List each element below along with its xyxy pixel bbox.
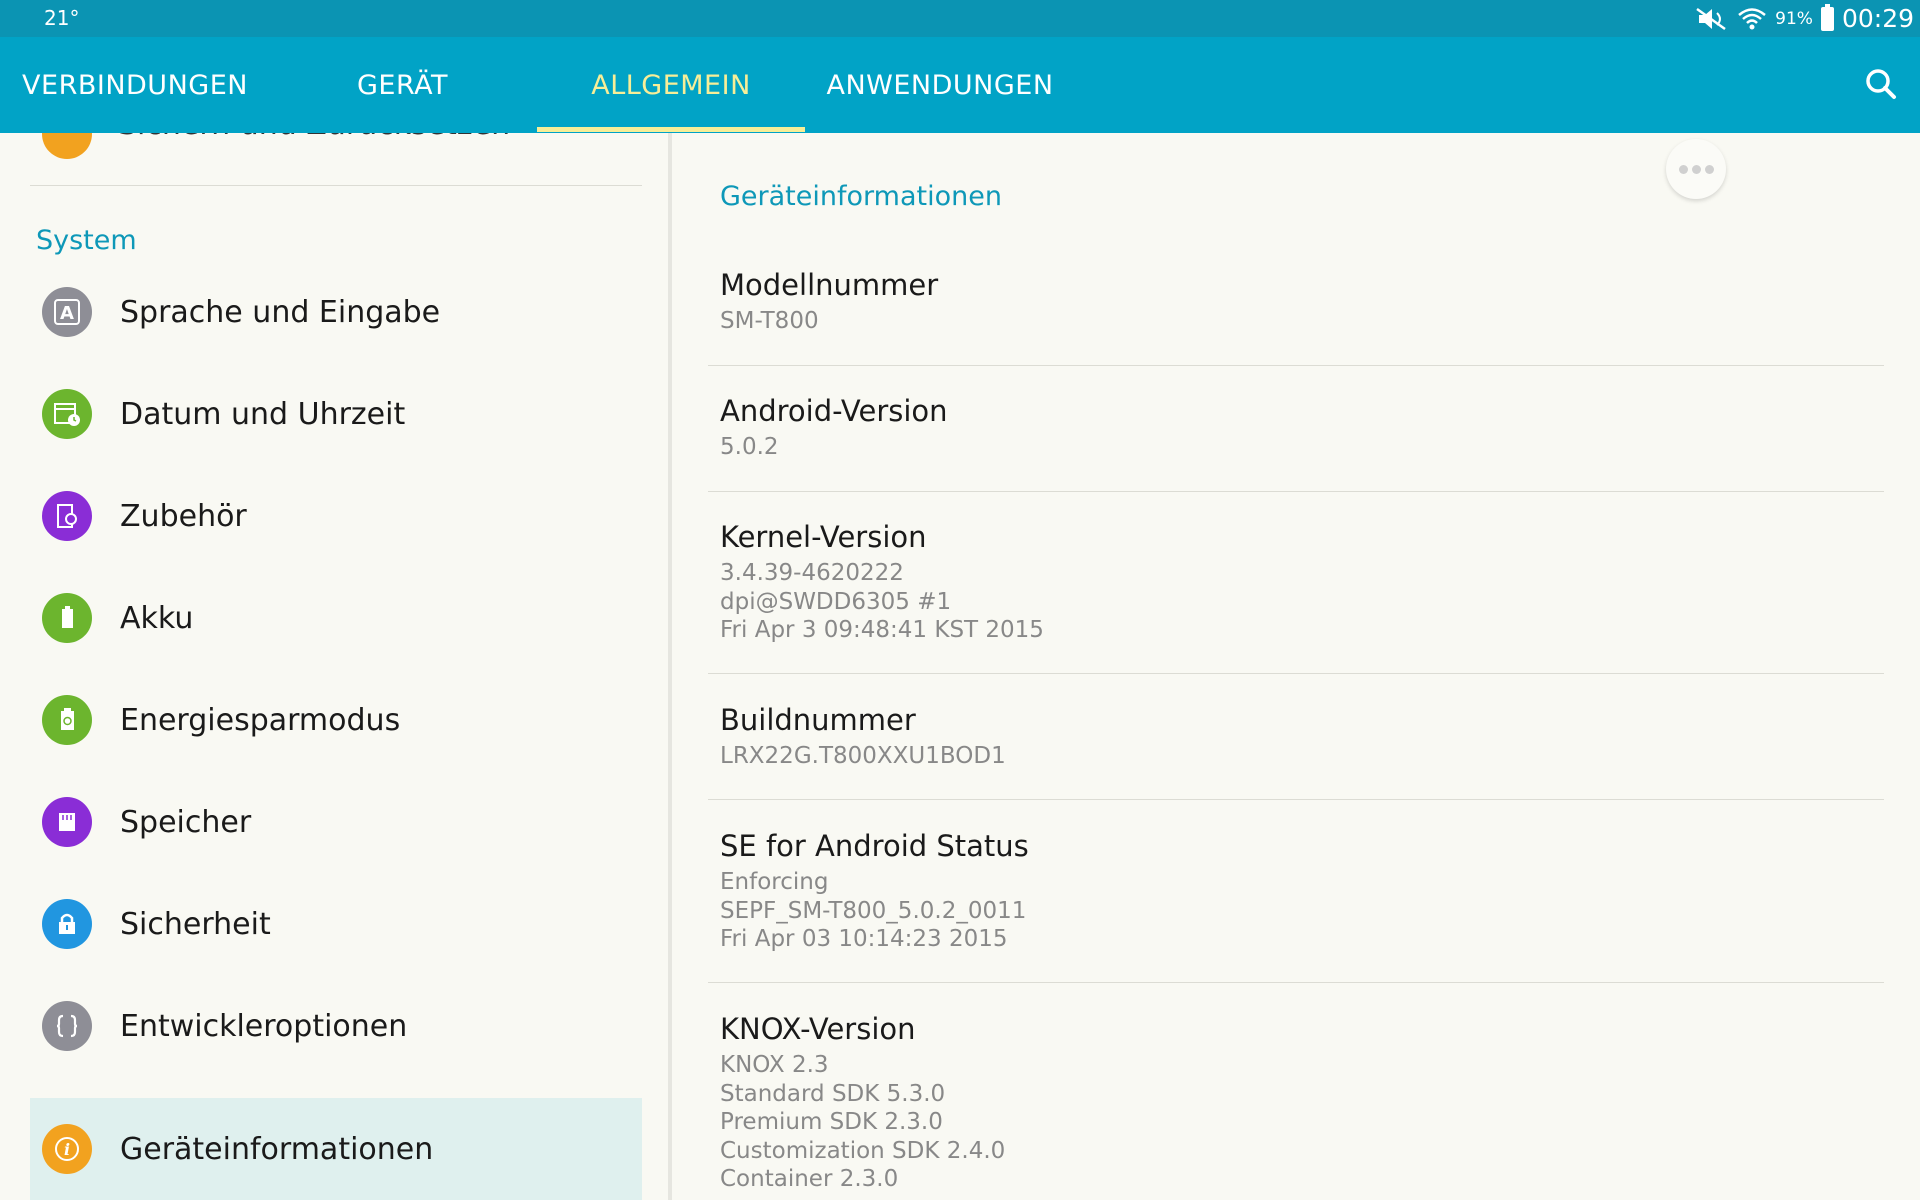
menu-item-entwickleroptionen[interactable]: Entwickleroptionen <box>30 975 642 1077</box>
info-value: KNOX 2.3 <box>720 1052 829 1078</box>
wifi-icon <box>1738 7 1766 29</box>
info-title: SE for Android Status <box>720 829 1029 863</box>
backup-reset-icon <box>42 133 92 159</box>
info-value: Standard SDK 5.3.0 <box>720 1081 946 1107</box>
divider <box>708 799 1884 800</box>
menu-label: Zubehör <box>120 498 247 534</box>
info-value: 3.4.39-4620222 <box>720 560 904 586</box>
svg-text:i: i <box>64 1140 70 1159</box>
menu-label: Datum und Uhrzeit <box>120 396 406 432</box>
info-title: Buildnummer <box>720 703 916 737</box>
storage-icon <box>42 797 92 847</box>
battery-icon <box>1820 3 1834 31</box>
battery-icon <box>42 593 92 643</box>
clock: 00:29 <box>1841 4 1914 33</box>
lock-icon <box>42 899 92 949</box>
menu-item-backup-reset[interactable]: Sichern und Zurücksetzen <box>118 133 510 142</box>
info-value: Customization SDK 2.4.0 <box>720 1138 1006 1164</box>
info-value: Container 2.3.0 <box>720 1166 899 1192</box>
info-title: Kernel-Version <box>720 520 927 554</box>
menu-item-geraeteinformationen[interactable]: i Geräteinformationen <box>30 1098 642 1200</box>
menu-label: Sprache und Eingabe <box>120 294 441 330</box>
section-header-system: System <box>36 225 137 256</box>
info-value: SM-T800 <box>720 308 819 334</box>
menu-label: Akku <box>120 600 194 636</box>
info-item-se-android-status[interactable]: SE for Android Status Enforcing SEPF_SM-… <box>708 829 1884 979</box>
calendar-clock-icon <box>42 389 92 439</box>
info-item-android-version[interactable]: Android-Version 5.0.2 <box>708 394 1884 494</box>
menu-label: Speicher <box>120 804 252 840</box>
info-item-buildnummer[interactable]: Buildnummer LRX22G.T800XXU1BOD1 <box>708 703 1884 803</box>
language-icon: A <box>42 287 92 337</box>
info-title: Android-Version <box>720 394 948 428</box>
menu-label: Geräteinformationen <box>120 1131 434 1167</box>
info-title: Modellnummer <box>720 268 939 302</box>
divider <box>708 673 1884 674</box>
menu-item-zubehoer[interactable]: Zubehör <box>30 465 642 567</box>
menu-item-speicher[interactable]: Speicher <box>30 771 642 873</box>
info-value: dpi@SWDD6305 #1 <box>720 589 952 615</box>
tab-verbindungen[interactable]: VERBINDUNGEN <box>0 37 270 133</box>
temperature: 21° <box>44 6 80 30</box>
tab-allgemein[interactable]: ALLGEMEIN <box>537 37 805 133</box>
divider <box>708 491 1884 492</box>
status-icons: 91% 00:29 <box>1695 3 1914 33</box>
info-value: Premium SDK 2.3.0 <box>720 1109 943 1135</box>
status-bar: 21° 91% 00:29 <box>0 0 1920 37</box>
info-item-knox-version[interactable]: KNOX-Version KNOX 2.3 Standard SDK 5.3.0… <box>708 1012 1884 1200</box>
accessory-icon <box>42 491 92 541</box>
info-title: KNOX-Version <box>720 1012 916 1046</box>
menu-item-energiesparmodus[interactable]: Energiesparmodus <box>30 669 642 771</box>
menu-label: Entwickleroptionen <box>120 1008 408 1044</box>
search-icon <box>1866 69 1896 99</box>
menu-item-sicherheit[interactable]: Sicherheit <box>30 873 642 975</box>
more-options-button[interactable] <box>1666 139 1726 199</box>
tab-geraet[interactable]: GERÄT <box>270 37 535 133</box>
divider <box>30 185 642 186</box>
info-value: 5.0.2 <box>720 434 779 460</box>
svg-text:A: A <box>60 303 74 324</box>
menu-item-akku[interactable]: Akku <box>30 567 642 669</box>
search-button[interactable] <box>1858 61 1906 109</box>
info-icon: i <box>42 1124 92 1174</box>
info-value: Fri Apr 3 09:48:41 KST 2015 <box>720 617 1044 643</box>
info-item-modellnummer[interactable]: Modellnummer SM-T800 <box>708 268 1884 368</box>
more-dot-icon <box>1691 164 1701 174</box>
device-info-panel: Geräteinformationen Modellnummer SM-T800… <box>672 133 1920 1200</box>
menu-label: Sicherheit <box>120 906 271 942</box>
info-value: Enforcing <box>720 869 829 895</box>
info-value: LRX22G.T800XXU1BOD1 <box>720 743 1006 769</box>
settings-menu: Sichern und Zurücksetzen System A Sprach… <box>0 133 668 1200</box>
divider <box>708 365 1884 366</box>
info-value: SEPF_SM-T800_5.0.2_0011 <box>720 898 1027 924</box>
menu-item-sprache[interactable]: A Sprache und Eingabe <box>30 261 642 363</box>
power-saving-icon <box>42 695 92 745</box>
more-dot-icon <box>1678 164 1688 174</box>
info-item-kernel-version[interactable]: Kernel-Version 3.4.39-4620222 dpi@SWDD63… <box>708 520 1884 670</box>
menu-label: Energiesparmodus <box>120 702 401 738</box>
menu-item-datum[interactable]: Datum und Uhrzeit <box>30 363 642 465</box>
panel-title: Geräteinformationen <box>720 181 1002 212</box>
divider <box>708 982 1884 983</box>
info-value: Fri Apr 03 10:14:23 2015 <box>720 926 1008 952</box>
more-dot-icon <box>1704 164 1714 174</box>
mute-icon <box>1696 7 1726 30</box>
tab-anwendungen[interactable]: ANWENDUNGEN <box>805 37 1075 133</box>
active-tab-indicator <box>537 127 805 132</box>
battery-percent: 91% <box>1775 8 1813 29</box>
developer-braces-icon <box>42 1001 92 1051</box>
tab-bar: VERBINDUNGEN GERÄT ALLGEMEIN ANWENDUNGEN <box>0 37 1920 133</box>
